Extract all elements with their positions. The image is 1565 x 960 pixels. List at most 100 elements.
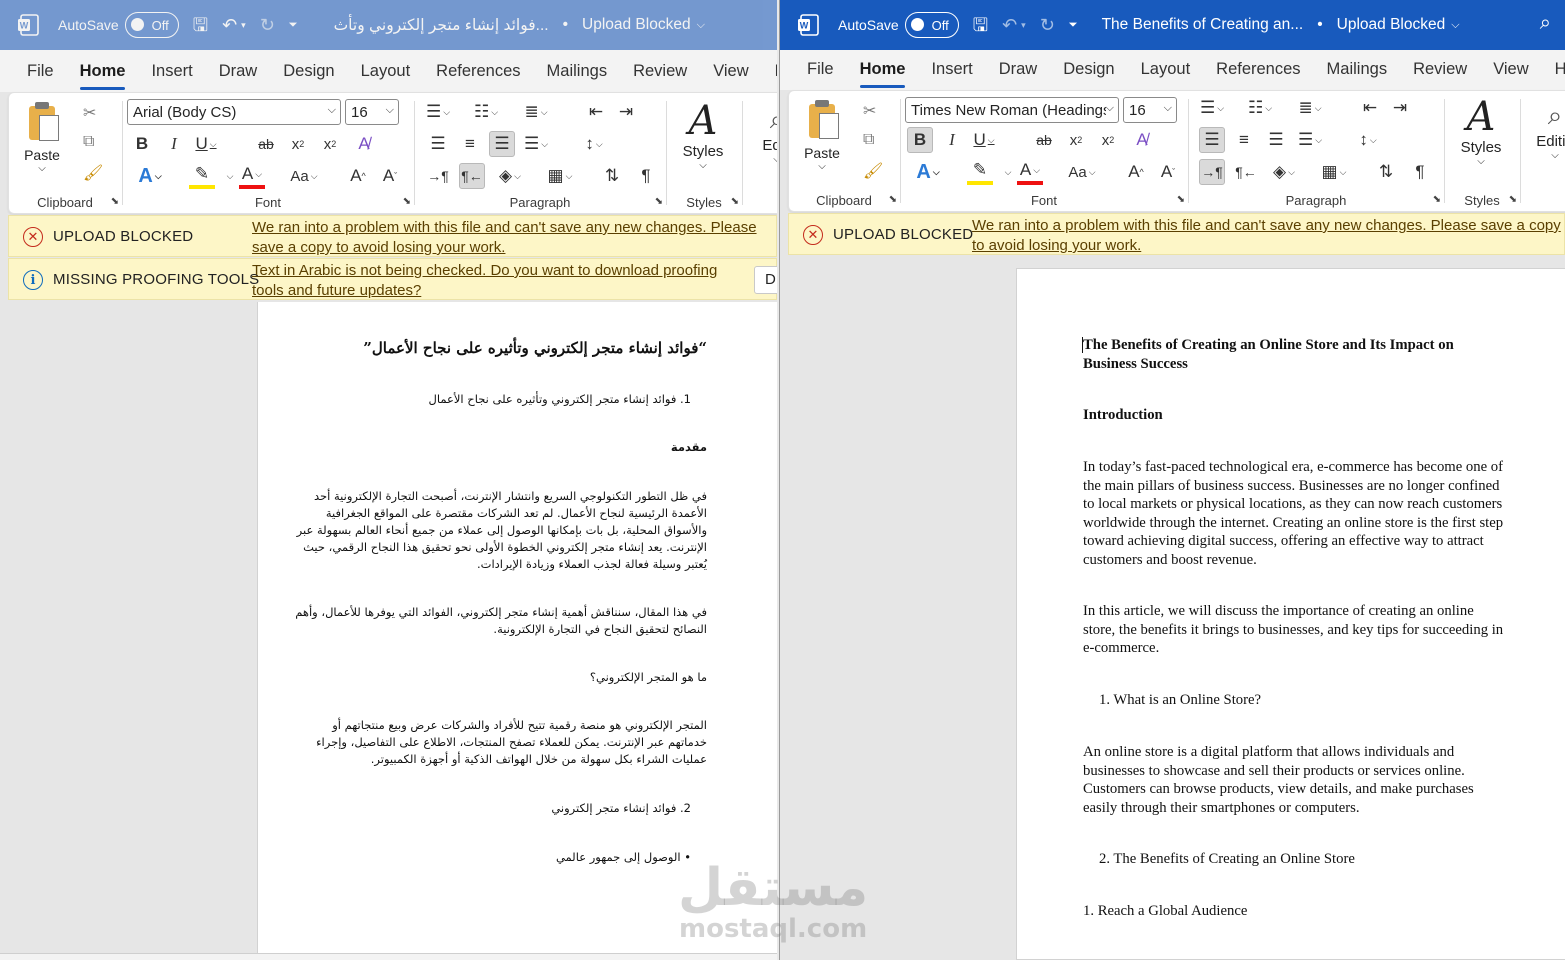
tab-insert[interactable]: Insert — [138, 62, 205, 92]
ltr-paragraph-icon[interactable]: →¶ — [1199, 159, 1225, 185]
align-left-icon[interactable]: ☰ — [425, 131, 451, 157]
shrink-font-icon[interactable]: Aˇ — [1155, 159, 1181, 185]
font-color-icon[interactable]: A ⌵ — [239, 163, 265, 189]
font-launcher-icon[interactable]: ⬊ — [403, 196, 411, 207]
tab-hel[interactable]: Hel — [1542, 60, 1565, 90]
bullets-icon[interactable]: ☰ ⌵ — [425, 99, 451, 125]
justify-icon[interactable]: ☰ ⌵ — [523, 131, 549, 157]
tab-file[interactable]: File — [14, 62, 67, 92]
bold-button[interactable]: B — [907, 127, 933, 153]
line-spacing-icon[interactable]: ↕ ⌵ — [1355, 127, 1381, 153]
tab-mailings[interactable]: Mailings — [1314, 60, 1401, 90]
styles-button[interactable]: A Styles ⌵ — [1453, 95, 1509, 167]
document-title[interactable]: فوائد إنشاء متجر إلكتروني وتأث... • Upload… — [334, 16, 705, 35]
superscript-button[interactable]: x2 — [1095, 127, 1121, 153]
ltr-paragraph-icon[interactable]: →¶ — [425, 163, 451, 189]
tab-design[interactable]: Design — [1050, 60, 1127, 90]
tab-file[interactable]: File — [794, 60, 847, 90]
undo-icon[interactable]: ↶ ▾ — [1002, 16, 1026, 34]
autosave-toggle[interactable]: Off — [124, 12, 179, 38]
tab-references[interactable]: References — [423, 62, 533, 92]
superscript-button[interactable]: x2 — [317, 131, 343, 157]
shading-icon[interactable]: ◈ ⌵ — [497, 163, 523, 189]
multilevel-list-icon[interactable]: ≣ ⌵ — [1297, 95, 1323, 121]
font-launcher-icon[interactable]: ⬊ — [1177, 194, 1185, 205]
undo-icon[interactable]: ↶ ▾ — [222, 16, 246, 34]
document-title[interactable]: The Benefits of Creating an... • Upload Bl… — [1102, 16, 1460, 34]
tab-references[interactable]: References — [1203, 60, 1313, 90]
sort-icon[interactable]: ⇅ — [599, 163, 625, 189]
decrease-indent-icon[interactable]: ⇤ — [1357, 95, 1383, 121]
format-painter-icon[interactable]: 🖌 — [83, 163, 103, 183]
document-canvas[interactable]: “فوائد إنشاء متجر إلكتروني وتأثيره على ن… — [0, 302, 777, 960]
styles-button[interactable]: A Styles ⌵ — [675, 99, 731, 171]
grow-font-icon[interactable]: A ^ — [1123, 159, 1149, 185]
bold-button[interactable]: B — [129, 131, 155, 157]
tab-layout[interactable]: Layout — [348, 62, 424, 92]
paragraph-launcher-icon[interactable]: ⬊ — [655, 196, 663, 207]
tab-review[interactable]: Review — [620, 62, 700, 92]
save-icon[interactable]: 🖫 — [193, 16, 208, 34]
clear-formatting-icon[interactable]: A̸ — [1129, 127, 1155, 153]
text-effects-icon[interactable]: A ⌵ — [137, 163, 163, 189]
sort-icon[interactable]: ⇅ — [1373, 159, 1399, 185]
italic-button[interactable]: I — [161, 131, 187, 157]
strikethrough-button[interactable]: ab — [253, 131, 279, 157]
styles-launcher-icon[interactable]: ⬊ — [731, 196, 739, 207]
highlight-color-icon[interactable]: ✎ — [189, 163, 215, 189]
tab-draw[interactable]: Draw — [986, 60, 1051, 90]
tab-home[interactable]: Home — [67, 62, 139, 92]
notification-message[interactable]: Text in Arabic is not being checked. Do … — [252, 261, 737, 301]
rtl-paragraph-icon[interactable]: ¶← — [1233, 159, 1259, 185]
change-case-icon[interactable]: Aa ⌵ — [1068, 159, 1095, 185]
download-button[interactable]: D — [754, 266, 777, 294]
font-color-icon[interactable]: A ⌵ — [1017, 159, 1043, 185]
tab-insert[interactable]: Insert — [918, 60, 985, 90]
tab-draw[interactable]: Draw — [206, 62, 271, 92]
font-name-select[interactable]: Arial (Body CS) ⌵ — [127, 99, 341, 125]
clear-formatting-icon[interactable]: A̸ — [351, 131, 377, 157]
cut-icon[interactable]: ✂ — [863, 101, 876, 121]
subscript-button[interactable]: x2 — [1063, 127, 1089, 153]
notification-message[interactable]: We ran into a problem with this file and… — [972, 216, 1565, 256]
paste-button[interactable]: Paste ⌵ — [19, 101, 65, 174]
show-formatting-icon[interactable]: ¶ — [633, 163, 659, 189]
format-painter-icon[interactable]: 🖌 — [863, 161, 883, 181]
tab-h[interactable]: H — [762, 62, 777, 92]
customize-qat-icon[interactable]: ⏷ — [1069, 19, 1078, 31]
font-size-select[interactable]: 16 ⌵ — [1123, 97, 1177, 123]
tab-design[interactable]: Design — [270, 62, 347, 92]
align-right-icon[interactable]: ☰ — [1263, 127, 1289, 153]
align-right-icon[interactable]: ☰ — [489, 131, 515, 157]
highlight-color-icon[interactable]: ✎ — [967, 159, 993, 185]
increase-indent-icon[interactable]: ⇥ — [1387, 95, 1413, 121]
clipboard-launcher-icon[interactable]: ⬊ — [111, 196, 119, 207]
decrease-indent-icon[interactable]: ⇤ — [583, 99, 609, 125]
tab-mailings[interactable]: Mailings — [534, 62, 621, 92]
grow-font-icon[interactable]: A ^ — [345, 163, 371, 189]
bullets-icon[interactable]: ☰ ⌵ — [1199, 95, 1225, 121]
font-name-select[interactable]: Times New Roman (Headings ⌵ — [905, 97, 1119, 123]
numbering-icon[interactable]: ☷ ⌵ — [1247, 95, 1273, 121]
document-page[interactable]: The Benefits of Creating an Online Store… — [1016, 268, 1565, 960]
numbering-icon[interactable]: ☷ ⌵ — [473, 99, 499, 125]
underline-button[interactable]: U ⌵ — [971, 127, 997, 153]
change-case-icon[interactable]: Aa ⌵ — [290, 163, 317, 189]
paragraph-launcher-icon[interactable]: ⬊ — [1433, 194, 1441, 205]
multilevel-list-icon[interactable]: ≣ ⌵ — [523, 99, 549, 125]
copy-icon[interactable]: ⧉ — [863, 131, 874, 149]
tab-view[interactable]: View — [700, 62, 761, 92]
borders-icon[interactable]: ▦ ⌵ — [547, 163, 573, 189]
notification-message[interactable]: We ran into a problem with this file and… — [252, 218, 777, 258]
increase-indent-icon[interactable]: ⇥ — [613, 99, 639, 125]
word-icon[interactable]: W — [796, 12, 822, 38]
copy-icon[interactable]: ⧉ — [83, 133, 94, 151]
rtl-paragraph-icon[interactable]: ¶← — [459, 163, 485, 189]
document-canvas[interactable]: The Benefits of Creating an Online Store… — [780, 255, 1565, 960]
line-spacing-icon[interactable]: ↕ ⌵ — [581, 131, 607, 157]
strikethrough-button[interactable]: ab — [1031, 127, 1057, 153]
clipboard-launcher-icon[interactable]: ⬊ — [889, 194, 897, 205]
subscript-button[interactable]: x2 — [285, 131, 311, 157]
search-icon[interactable]: ⌕ — [1540, 12, 1551, 35]
borders-icon[interactable]: ▦ ⌵ — [1321, 159, 1347, 185]
